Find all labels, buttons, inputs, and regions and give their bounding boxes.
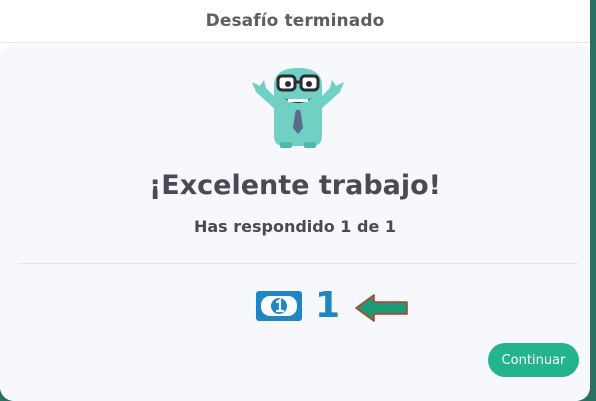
reward-count: 1 [315,285,341,326]
result-summary: Has respondido 1 de 1 [193,217,397,236]
dialog-body: ¡Excelente trabajo! Has respondido 1 de … [0,44,590,401]
mascot-icon [252,68,344,148]
dialog-header: Desafío terminado [0,0,590,43]
continue-button[interactable]: Continuar [488,343,579,377]
divider [18,263,578,264]
challenge-complete-dialog: Desafío terminado ¡Excelente trabajo! Ha… [0,0,590,401]
dialog-title: Desafío terminado [205,11,385,31]
reward-display: 1 [255,288,340,324]
left-arrow-icon [355,294,408,322]
dollar-bill-icon [256,291,302,321]
success-headline: ¡Excelente trabajo! [148,170,441,201]
